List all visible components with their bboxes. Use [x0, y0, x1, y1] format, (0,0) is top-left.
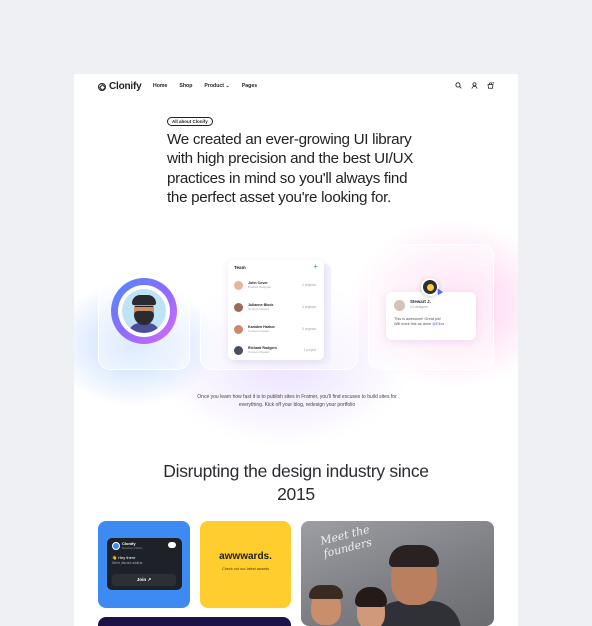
- nav-link-product[interactable]: Product ⌄: [204, 83, 229, 89]
- team-member-row[interactable]: John Cover Product Designer 4 projects: [234, 277, 320, 293]
- discord-tile[interactable]: Clonify Members Online 👋 Hey there We're…: [98, 521, 190, 608]
- member-role: Product Designer: [248, 285, 272, 290]
- member-projects: 4 projects: [302, 283, 316, 287]
- member-avatar: [234, 280, 243, 290]
- commenter-role: UI designer: [410, 305, 429, 309]
- nav-link-home[interactable]: Home: [153, 83, 167, 89]
- nav-link-product-label: Product: [204, 83, 224, 89]
- member-role: Content Creator: [248, 350, 270, 355]
- member-role: Content Creator: [248, 307, 270, 312]
- logo-text: Clonify: [109, 81, 142, 92]
- team-title: Team: [234, 265, 246, 270]
- add-member-icon[interactable]: +: [313, 263, 318, 271]
- hero-paragraph: Once you learn how fast it is to publish…: [197, 394, 397, 408]
- join-button[interactable]: Join ↗: [112, 574, 176, 586]
- nav-link-shop[interactable]: Shop: [179, 83, 192, 89]
- discord-greeting: 👋 Hey there: [112, 555, 136, 560]
- chevron-down-icon: ⌄: [225, 83, 230, 89]
- user-icon[interactable]: [471, 82, 478, 89]
- commenter-avatar: [394, 300, 405, 311]
- top-nav: Clonify Home Shop Product ⌄ Pages: [74, 74, 518, 100]
- avatar: [111, 278, 177, 344]
- team-member-row[interactable]: Julianne Block Content Creator 4 projects: [234, 299, 320, 315]
- nav-link-pages[interactable]: Pages: [242, 83, 257, 89]
- member-avatar: [234, 345, 243, 355]
- logo-icon: [98, 82, 106, 91]
- hero-headline: We created an ever-growing UI library wi…: [167, 131, 414, 207]
- nav-links: Home Shop Product ⌄ Pages: [153, 83, 257, 89]
- logo[interactable]: Clonify: [98, 81, 142, 92]
- member-role: Content Creator: [248, 329, 270, 334]
- team-panel: Team + John Cover Product Designer 4 proj…: [228, 260, 324, 360]
- founders-photo: Meet the founders: [301, 521, 494, 626]
- discord-message: We're discord addicts: [112, 561, 143, 565]
- founders-script-text: Meet the founders: [319, 522, 374, 561]
- search-icon[interactable]: [455, 82, 462, 89]
- server-status: Members Online: [122, 546, 143, 550]
- awwwards-tile[interactable]: awwwards. Check out our latest awards: [200, 521, 291, 608]
- comment-text: This is awesome! Great job! Will mark th…: [394, 317, 474, 327]
- section-title: Disrupting the design industry since 201…: [163, 461, 429, 504]
- member-projects: 1 project: [303, 348, 316, 352]
- team-member-row[interactable]: Kamden Harbor Content Creator 3 projects: [234, 321, 320, 337]
- member-avatar: [234, 302, 243, 312]
- comment-line-2: Will mark this as done: [394, 322, 432, 327]
- about-badge: All about Clonify: [167, 117, 213, 126]
- member-projects: 4 projects: [302, 305, 316, 309]
- dark-tile[interactable]: [98, 617, 291, 626]
- nav-icons: [455, 82, 494, 89]
- avatar-illustration: [122, 289, 166, 333]
- discord-widget: Clonify Members Online 👋 Hey there We're…: [107, 538, 182, 590]
- awwwards-title: awwwards.: [219, 551, 272, 562]
- awwwards-subtitle: Check out our latest awards: [221, 567, 270, 571]
- mention-link[interactable]: @Elisa: [432, 322, 444, 326]
- commenter-name: Stewart J.: [410, 299, 431, 304]
- discord-icon: [168, 542, 176, 548]
- comment-bubble: Stewart J. UI designer This is awesome! …: [386, 292, 476, 340]
- cart-icon[interactable]: [487, 82, 494, 89]
- page: Clonify Home Shop Product ⌄ Pages All ab…: [74, 74, 518, 626]
- team-member-row[interactable]: Richard Rodgers Content Creator 1 project: [234, 342, 320, 358]
- member-avatar: [234, 324, 243, 334]
- server-avatar: [112, 542, 120, 550]
- member-projects: 3 projects: [302, 327, 316, 331]
